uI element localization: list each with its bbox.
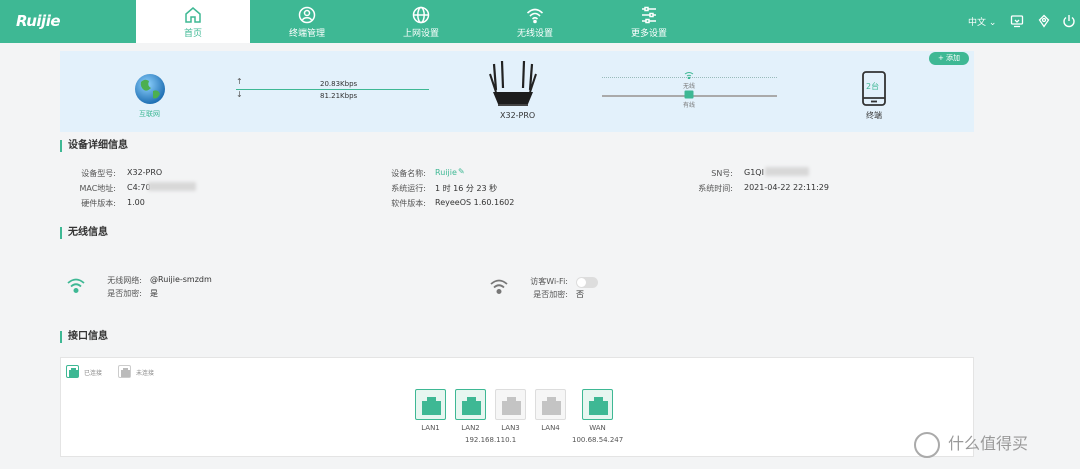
port-lan2[interactable] (455, 389, 486, 420)
app-root: Ruijie 首页 终端管理 上网设置 无线设置 更多设置 中文 ⌄ + 添加 (0, 0, 1080, 469)
encrypt-value: 是 (150, 289, 158, 298)
network-topology-panel: + 添加 互联网 ↑ 20.83Kbps ↓ 81.21Kbps X32-PRO… (60, 51, 974, 132)
tab-home[interactable]: 首页 (136, 0, 250, 43)
ethernet-port-icon (462, 397, 481, 415)
software-version-value: ReyeeOS 1.60.1602 (435, 198, 515, 207)
interface-info-title: 接口信息 (60, 331, 108, 343)
tab-internet-settings-label: 上网设置 (402, 29, 439, 39)
wireless-link-label: 无线 (683, 83, 696, 90)
guest-encrypt-value: 否 (576, 290, 584, 299)
wireless-info-title: 无线信息 (60, 227, 108, 239)
terminal-count: 2台 (866, 82, 880, 91)
edit-icon[interactable]: ✎ (458, 167, 465, 176)
legend-disconnected-label: 未连接 (136, 370, 155, 377)
hardware-version-value: 1.00 (127, 198, 145, 207)
system-time-label: 系统时间: (698, 184, 733, 193)
interface-panel: 已连接 未连接 LAN1 LAN2 LAN3 LAN4 WAN 192.168.… (60, 357, 974, 457)
terminal-label: 终端 (866, 111, 882, 120)
guest-wifi-toggle[interactable] (576, 277, 598, 288)
tab-more-settings[interactable]: 更多设置 (592, 0, 706, 43)
wired-link-port-icon (684, 90, 694, 99)
tab-home-label: 首页 (183, 29, 202, 39)
encrypt-label: 是否加密: (107, 289, 142, 298)
guest-encrypt-label: 是否加密: (533, 290, 568, 299)
wifi-icon (526, 8, 544, 24)
device-name-label: 设备名称: (391, 169, 426, 178)
legend-connected-label: 已连接 (84, 370, 103, 377)
system-time-value: 2021-04-22 22:11:29 (744, 183, 829, 192)
model-label: 设备型号: (81, 169, 116, 178)
ethernet-port-icon (422, 397, 441, 415)
ethernet-port-icon (589, 397, 608, 415)
location-icon[interactable] (1037, 14, 1051, 28)
internet-globe-icon[interactable] (133, 72, 167, 106)
power-icon[interactable] (1062, 14, 1076, 28)
port-wan-label: WAN (589, 424, 606, 432)
internet-label: 互联网 (139, 110, 160, 118)
add-button[interactable]: + 添加 (929, 52, 969, 65)
mac-label: MAC地址: (79, 184, 116, 193)
watermark-text: 什么值得买 (948, 434, 1029, 453)
upload-speed: 20.83Kbps (320, 80, 358, 88)
lan-ip-address: 192.168.110.1 (465, 436, 517, 444)
guest-wifi-label: 访客Wi-Fi: (530, 277, 568, 286)
legend-connected-icon (66, 365, 79, 378)
ruijie-logo: Ruijie (16, 12, 61, 30)
port-lan3[interactable] (495, 389, 526, 420)
hardware-version-label: 硬件版本: (81, 199, 116, 208)
sn-value: G1QI (744, 168, 764, 177)
software-version-label: 软件版本: (391, 199, 426, 208)
screen-icon[interactable] (1010, 14, 1024, 28)
sn-redaction (765, 167, 809, 176)
ssid-value: @Ruijie-smzdm (150, 275, 212, 284)
port-lan2-label: LAN2 (461, 424, 480, 432)
download-speed: 81.21Kbps (320, 92, 358, 100)
ssid-label: 无线网络: (107, 276, 142, 285)
sliders-icon (642, 6, 656, 24)
tab-more-settings-label: 更多设置 (630, 29, 667, 39)
user-icon (298, 6, 316, 24)
wan-link-line (236, 89, 429, 90)
watermark-logo-icon (914, 432, 940, 458)
port-wan[interactable] (582, 389, 613, 420)
port-lan1[interactable] (415, 389, 446, 420)
ethernet-port-icon (542, 397, 561, 415)
home-icon (185, 7, 201, 23)
port-lan1-label: LAN1 (421, 424, 440, 432)
port-lan4-label: LAN4 (541, 424, 560, 432)
device-info-title: 设备详细信息 (60, 140, 128, 152)
globe-icon (412, 6, 430, 24)
ethernet-port-icon (502, 397, 521, 415)
mac-redaction (148, 182, 196, 191)
model-value: X32-PRO (127, 168, 163, 177)
download-arrow-icon: ↓ (236, 90, 243, 99)
wireless-link-wifi-icon (684, 72, 694, 79)
tab-terminal-management-label: 终端管理 (288, 29, 325, 39)
router-model-label: X32-PRO (500, 111, 536, 120)
tab-internet-settings[interactable]: 上网设置 (364, 0, 478, 43)
uptime-label: 系统运行: (391, 184, 426, 193)
wan-ip-address: 100.68.54.247 (572, 436, 624, 444)
router-icon[interactable] (488, 60, 538, 108)
legend-disconnected-icon (118, 365, 131, 378)
tab-terminal-management[interactable]: 终端管理 (250, 0, 364, 43)
language-selector[interactable]: 中文 ⌄ (968, 15, 996, 28)
tab-wireless-settings[interactable]: 无线设置 (478, 0, 592, 43)
port-lan3-label: LAN3 (501, 424, 520, 432)
device-name-value[interactable]: Ruijie (435, 168, 457, 177)
top-nav-bar: Ruijie 首页 终端管理 上网设置 无线设置 更多设置 中文 ⌄ (0, 0, 1080, 43)
wired-link-label: 有线 (683, 102, 696, 109)
upload-arrow-icon: ↑ (236, 77, 243, 86)
tab-wireless-settings-label: 无线设置 (516, 29, 553, 39)
sn-label: SN号: (711, 169, 733, 178)
port-lan4[interactable] (535, 389, 566, 420)
uptime-value: 1 时 16 分 23 秒 (435, 184, 498, 193)
